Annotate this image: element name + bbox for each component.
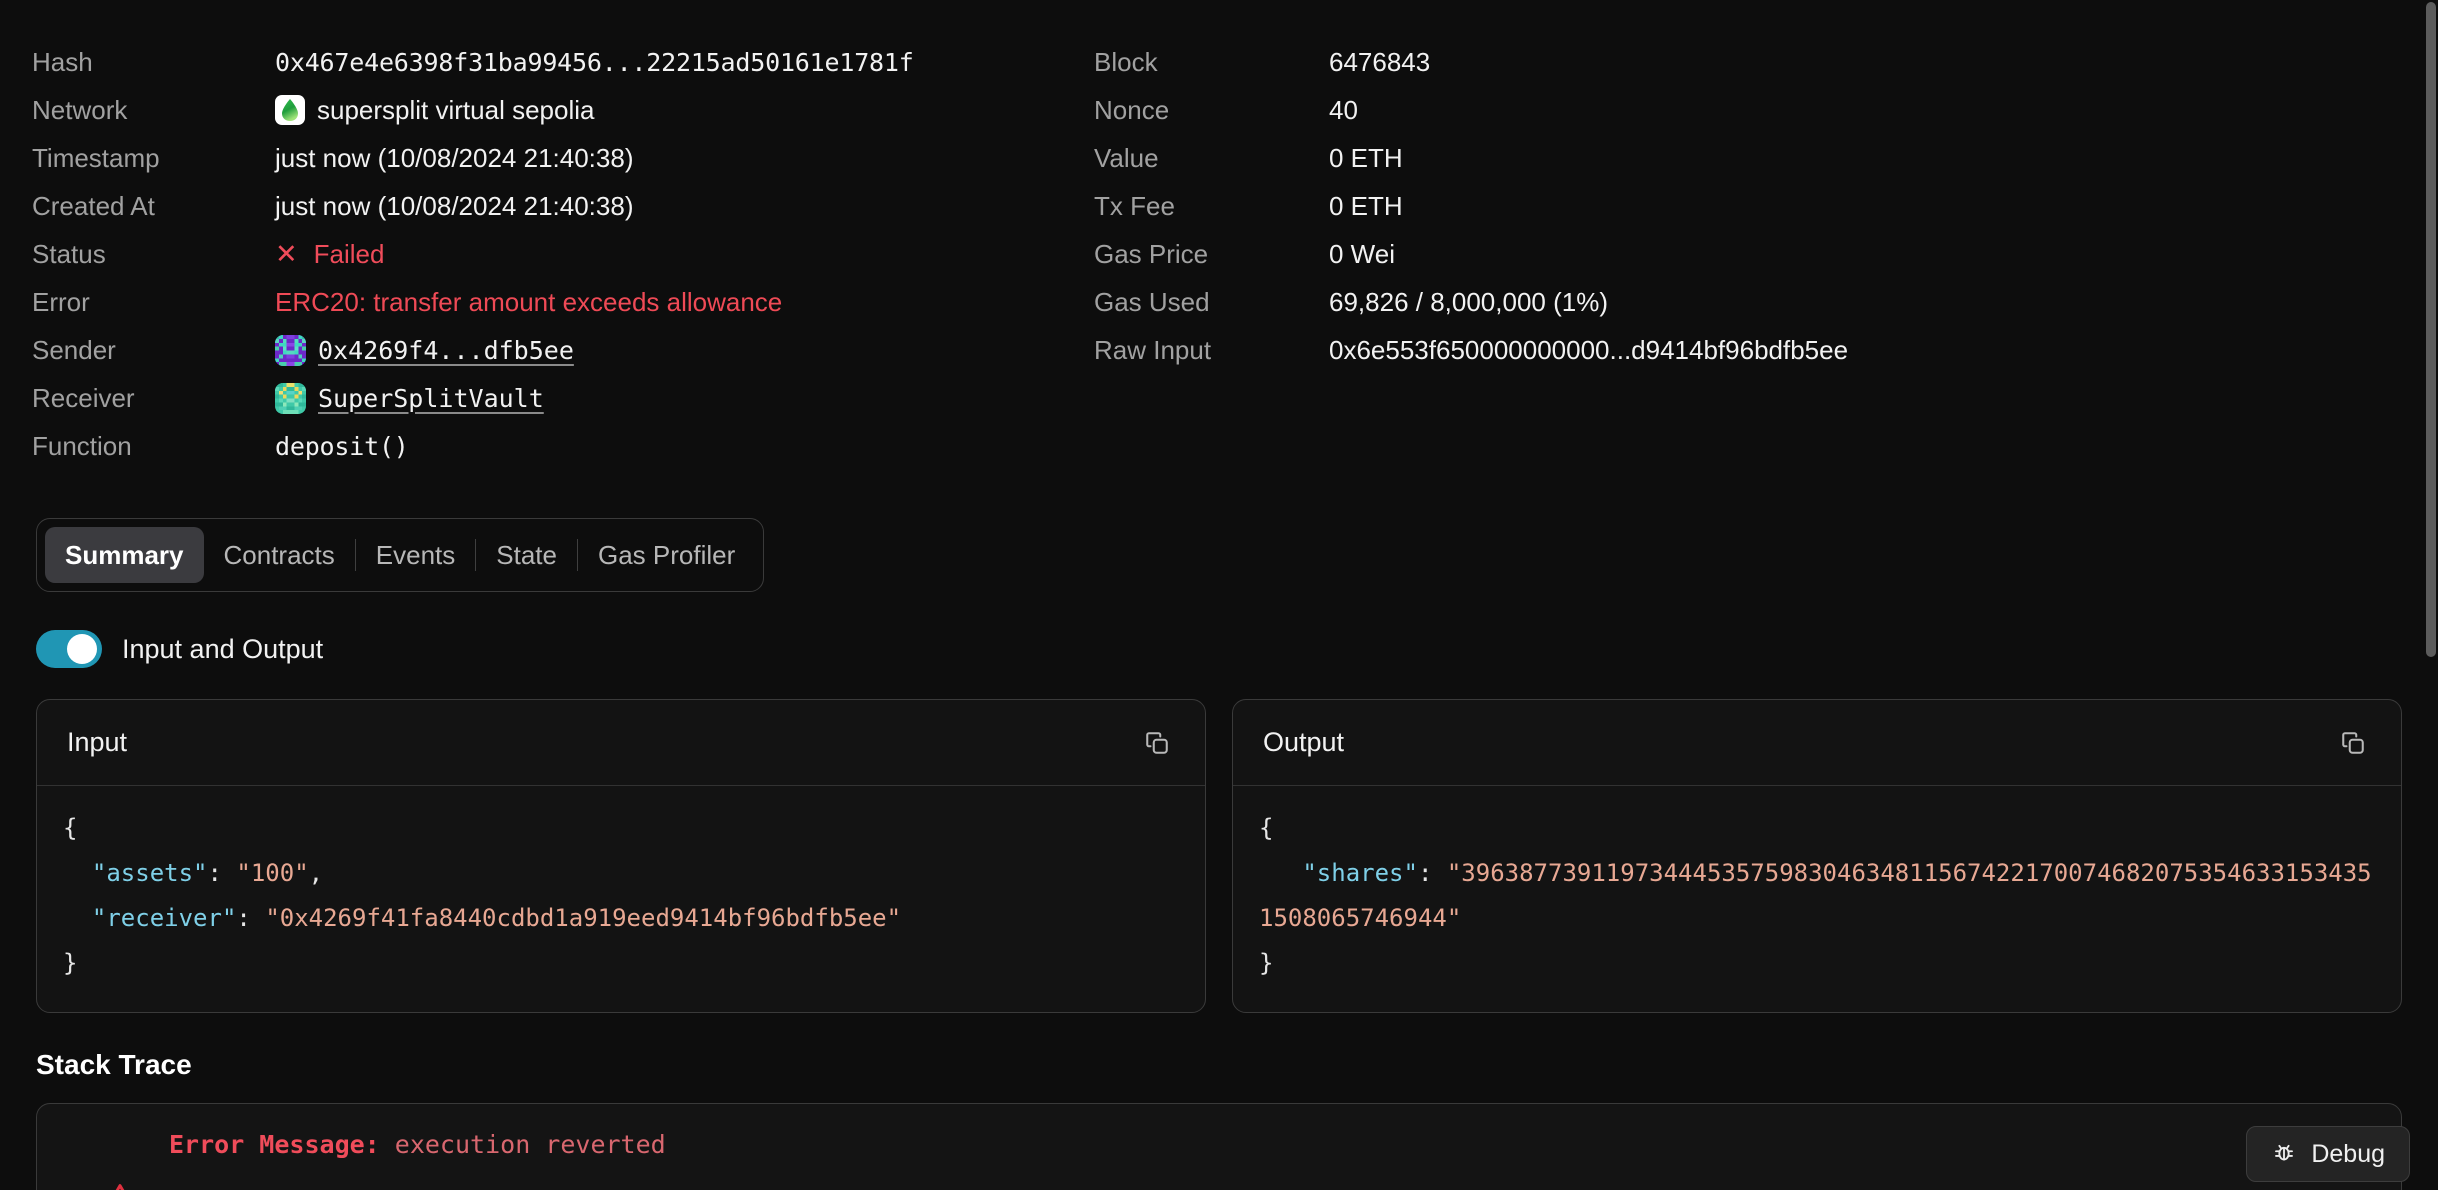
input-value-assets: "100" [236, 859, 309, 887]
copy-icon[interactable] [2333, 723, 2373, 763]
stack-trace-title: Stack Trace [36, 1049, 192, 1080]
receiver-value: SuperSplitVault [275, 382, 544, 414]
sender-value: 0x4269f4...dfb5ee [275, 334, 574, 366]
warning-triangle-icon [99, 1180, 141, 1190]
field-value: 0x6e553f650000000000...d9414bf96bdfb5ee [1329, 335, 1849, 365]
stack-trace-code: revert(add(32, returndata), returndata_s… [167, 1187, 829, 1190]
field-label: Hash [32, 47, 93, 77]
tab-bar: Summary Contracts Events State Gas Profi… [36, 518, 765, 592]
vertical-scrollbar-track[interactable] [2424, 0, 2438, 1190]
bug-icon [2271, 1139, 2297, 1170]
field-label: Gas Price [1094, 239, 1209, 269]
debug-button[interactable]: Debug [2246, 1126, 2410, 1182]
field-label: Timestamp [32, 143, 160, 173]
input-panel: Input { "assets": "100", "receiver": "0x… [36, 699, 1206, 1013]
copy-icon[interactable] [1137, 723, 1177, 763]
input-output-panels: Input { "assets": "100", "receiver": "0x… [36, 699, 2402, 1013]
field-label: Created At [32, 191, 155, 221]
network-name: supersplit virtual sepolia [317, 95, 595, 125]
field-label: Raw Input [1094, 335, 1212, 365]
field-label: Value [1094, 143, 1159, 173]
field-receiver: Receiver SuperSplitVault [32, 374, 1060, 422]
error-message-label: Error Message: [169, 1130, 380, 1159]
sender-address-link[interactable]: 0x4269f4...dfb5ee [318, 338, 574, 363]
input-output-toggle[interactable] [36, 630, 102, 668]
field-value-eth: Value 0 ETH [1094, 134, 2360, 182]
field-label: Gas Used [1094, 287, 1210, 317]
field-gas-price: Gas Price 0 Wei [1094, 230, 2360, 278]
tab-state[interactable]: State [476, 527, 577, 583]
field-nonce: Nonce 40 [1094, 86, 2360, 134]
input-key-receiver: "receiver" [91, 904, 237, 932]
field-sender: Sender 0x4269f4...dfb5ee [32, 326, 1060, 374]
toggle-knob [67, 634, 97, 664]
output-panel-header: Output [1233, 700, 2401, 786]
field-value: deposit() [275, 431, 409, 461]
field-value: just now (10/08/2024 21:40:38) [275, 143, 634, 173]
field-status: Status ✕ Failed [32, 230, 1060, 278]
stack-trace-panel: Error Message: execution reverted revert… [36, 1103, 2402, 1190]
transaction-meta: Hash 0x467e4e6398f31ba99456...22215ad501… [0, 0, 2438, 470]
stack-trace-row: revert(add(32, returndata), returndata_s… [37, 1180, 2401, 1190]
identicon-receiver [275, 382, 306, 414]
output-json: { "shares": "396387739119734445357598304… [1259, 814, 2372, 977]
field-error: Error ERC20: transfer amount exceeds all… [32, 278, 1060, 326]
field-network: Network supersplit virtual sepolia [32, 86, 1060, 134]
stack-trace-error-line: Error Message: execution reverted [37, 1130, 2401, 1160]
field-tx-fee: Tx Fee 0 ETH [1094, 182, 2360, 230]
field-value: 0x467e4e6398f31ba99456...22215ad50161e17… [275, 47, 914, 77]
transaction-detail-page: Hash 0x467e4e6398f31ba99456...22215ad501… [0, 0, 2438, 1190]
field-value: 6476843 [1329, 47, 1431, 77]
field-value-wrap: supersplit virtual sepolia [275, 95, 594, 125]
status-badge: ✕ Failed [275, 238, 385, 269]
tab-summary[interactable]: Summary [45, 527, 204, 583]
input-value-receiver: "0x4269f41fa8440cdbd1a919eed9414bf96bdfb… [265, 904, 902, 932]
toggle-label: Input and Output [122, 633, 324, 664]
field-raw-input: Raw Input 0x6e553f650000000000...d9414bf… [1094, 326, 2360, 374]
field-label: Nonce [1094, 95, 1170, 125]
meta-column-right: Block 6476843 Nonce 40 Value 0 ETH Tx Fe… [1060, 38, 2360, 470]
field-block: Block 6476843 [1094, 38, 2360, 86]
field-label: Error [32, 287, 90, 317]
input-json: { "assets": "100", "receiver": "0x4269f4… [63, 814, 902, 977]
field-hash: Hash 0x467e4e6398f31ba99456...22215ad501… [32, 38, 1060, 86]
field-value: 0 ETH [1329, 143, 1403, 173]
tab-events[interactable]: Events [356, 527, 476, 583]
identicon-sender [275, 334, 306, 366]
field-gas-used: Gas Used 69,826 / 8,000,000 (1%) [1094, 278, 2360, 326]
field-label: Block [1094, 47, 1158, 77]
field-value: 40 [1329, 95, 1358, 125]
input-panel-title: Input [67, 727, 128, 757]
field-timestamp: Timestamp just now (10/08/2024 21:40:38) [32, 134, 1060, 182]
field-value: 69,826 / 8,000,000 (1%) [1329, 287, 1608, 317]
input-panel-header: Input [37, 700, 1205, 786]
field-created-at: Created At just now (10/08/2024 21:40:38… [32, 182, 1060, 230]
field-function: Function deposit() [32, 422, 1060, 470]
field-label: Function [32, 431, 132, 461]
error-text: ERC20: transfer amount exceeds allowance [275, 287, 783, 317]
error-message-text: execution reverted [394, 1130, 666, 1159]
field-label: Tx Fee [1094, 191, 1175, 221]
x-mark-icon: ✕ [275, 238, 298, 269]
debug-button-label: Debug [2311, 1139, 2385, 1168]
input-key-assets: "assets" [91, 859, 208, 887]
field-value: 0 ETH [1329, 191, 1403, 221]
input-output-toggle-row: Input and Output [36, 630, 2438, 668]
field-label: Status [32, 239, 106, 269]
network-drop-icon [275, 95, 305, 125]
receiver-contract-link[interactable]: SuperSplitVault [318, 386, 544, 411]
output-key-shares: "shares" [1302, 859, 1418, 887]
status-text: Failed [313, 239, 385, 269]
field-value: 0 Wei [1329, 239, 1395, 269]
meta-column-left: Hash 0x467e4e6398f31ba99456...22215ad501… [0, 38, 1060, 470]
vertical-scrollbar-thumb[interactable] [2426, 2, 2436, 657]
tab-contracts[interactable]: Contracts [204, 527, 355, 583]
field-label: Network [32, 95, 128, 125]
tab-gas-profiler[interactable]: Gas Profiler [578, 527, 755, 583]
output-panel: Output { "shares": "39638773911973444535… [1232, 699, 2402, 1013]
field-label: Sender [32, 335, 116, 365]
field-value: just now (10/08/2024 21:40:38) [275, 191, 634, 221]
field-label: Receiver [32, 383, 135, 413]
output-panel-title: Output [1263, 727, 1345, 757]
